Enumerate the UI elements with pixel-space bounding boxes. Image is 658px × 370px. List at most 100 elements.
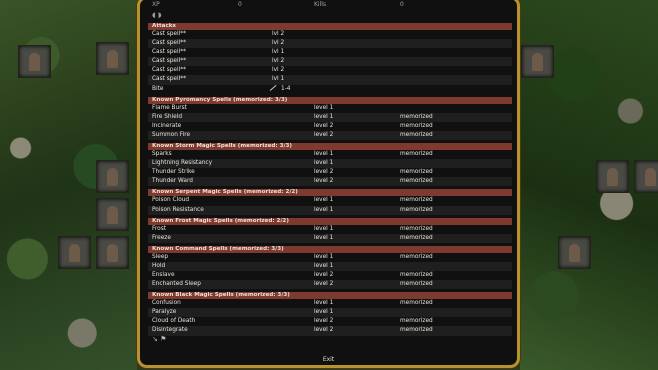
unit-slot[interactable] (58, 236, 91, 269)
unit-slot[interactable] (96, 198, 129, 231)
spell-name: Hold (152, 262, 166, 269)
attack-level: lvl 2 (272, 67, 285, 74)
spell-memorized-status: memorized (400, 151, 433, 158)
spell-name: Thunder Ward (152, 178, 193, 185)
unit-slot[interactable] (96, 42, 129, 75)
unit-slot[interactable] (96, 236, 129, 269)
spell-row[interactable]: Hold level 1 (148, 261, 512, 271)
attack-row: Bite 1-4 (148, 85, 512, 94)
attack-damage: 1-4 (281, 85, 291, 92)
spell-name: Cloud of Death (152, 318, 196, 325)
spell-name: Enslave (152, 271, 175, 278)
exit-button[interactable]: Exit (140, 356, 517, 363)
unit-slot[interactable] (18, 45, 51, 78)
attack-level: lvl 2 (272, 58, 285, 65)
spell-row[interactable]: Poison Cloud level 1 memorized (148, 196, 512, 205)
attack-name: Cast spell** (152, 31, 187, 37)
unit-portrait (69, 244, 80, 262)
spell-row[interactable]: Incinerate level 2 memorized (148, 122, 512, 131)
unit-portrait (569, 244, 580, 262)
spell-row[interactable]: Frost level 1 memorized (148, 225, 512, 234)
spell-name: Thunder Strike (152, 169, 195, 176)
spell-row[interactable]: Flame Burst level 1 (148, 104, 512, 113)
spell-name: Fire Shield (152, 113, 183, 120)
attack-name: Cast spell** (152, 40, 187, 47)
kills-label: Kills (314, 1, 327, 8)
shield-icon: ◖ (152, 11, 156, 19)
spell-row[interactable]: Sparks level 1 memorized (148, 150, 512, 159)
attack-row: Cast spell** lvl 2 (148, 39, 512, 49)
spell-memorized-status: memorized (400, 169, 433, 176)
spell-level: level 1 (314, 206, 334, 213)
spell-row[interactable]: Cloud of Death level 2 memorized (148, 317, 512, 326)
spell-name: Poison Cloud (152, 197, 190, 204)
attack-row: Cast spell** lvl 2 (148, 30, 512, 39)
unit-slot[interactable] (596, 160, 629, 193)
spell-row[interactable]: Disintegrate level 2 memorized (148, 326, 512, 336)
spell-row[interactable]: Enslave level 2 memorized (148, 271, 512, 280)
unit-slot[interactable] (96, 160, 129, 193)
xp-value: 0 (238, 1, 242, 8)
unit-slot[interactable] (634, 160, 658, 193)
spell-name: Confusion (152, 300, 181, 307)
spell-section-header: Known Command Spells (memorized: 3/3) (148, 245, 512, 253)
spell-row[interactable]: Fire Shield level 1 memorized (148, 112, 512, 122)
spell-memorized-status: memorized (400, 225, 433, 232)
spell-row[interactable]: Paralyze level 1 (148, 308, 512, 318)
attack-row: Cast spell** lvl 1 (148, 75, 512, 85)
spell-level: level 1 (314, 160, 334, 167)
spell-memorized-status: memorized (400, 327, 433, 334)
attack-row: Cast spell** lvl 1 (148, 48, 512, 57)
spell-level: level 2 (314, 327, 334, 334)
spell-row[interactable]: Thunder Ward level 2 memorized (148, 177, 512, 187)
attack-name: Cast spell** (152, 58, 187, 65)
spell-memorized-status: memorized (400, 197, 433, 204)
unit-slot[interactable] (558, 236, 591, 269)
flag-icon[interactable]: ⚑ (160, 335, 166, 343)
spell-row[interactable]: Thunder Strike level 2 memorized (148, 168, 512, 177)
attacks-header: Attacks (148, 23, 512, 30)
attack-row: Cast spell** lvl 2 (148, 57, 512, 67)
spell-name: Lightning Resistancy (152, 160, 213, 167)
spell-name: Frost (152, 225, 167, 232)
spell-level: level 2 (314, 131, 334, 138)
spell-level: level 2 (314, 318, 334, 325)
spell-section-header: Known Pyromancy Spells (memorized: 3/3) (148, 96, 512, 104)
spell-memorized-status: memorized (400, 113, 433, 120)
spell-memorized-status: memorized (400, 318, 433, 325)
spell-name: Freeze (152, 234, 171, 241)
spell-row[interactable]: Summon Fire level 2 memorized (148, 130, 512, 141)
kills-value: 0 (400, 1, 404, 8)
spell-row[interactable]: Sleep level 1 memorized (148, 253, 512, 262)
spell-section-header: Known Serpent Magic Spells (memorized: 2… (148, 189, 512, 197)
spell-row[interactable]: Poison Resistance level 1 memorized (148, 205, 512, 215)
panel-content: XP 0 Kills 0 ◖ ◗ Attacks Cast spell** lvl… (148, 0, 512, 336)
bottom-icons: ↘ ⚑ (152, 335, 166, 343)
spell-row[interactable]: Lightning Resistancy level 1 (148, 159, 512, 169)
attack-row: Cast spell** lvl 2 (148, 66, 512, 75)
unit-portrait (29, 53, 40, 71)
spell-row[interactable]: Confusion level 1 memorized (148, 299, 512, 308)
spell-level: level 1 (314, 262, 334, 269)
spell-memorized-status: memorized (400, 206, 433, 213)
spell-memorized-status: memorized (400, 178, 433, 185)
spell-memorized-status: memorized (400, 281, 433, 288)
spell-row[interactable]: Freeze level 1 memorized (148, 233, 512, 243)
spell-level: level 1 (314, 225, 334, 232)
spell-section-header: Known Black Magic Spells (memorized: 3/3… (148, 292, 512, 300)
unit-slot[interactable] (521, 45, 554, 78)
spell-level: level 2 (314, 271, 334, 278)
attack-level: lvl 2 (272, 40, 285, 47)
spell-row[interactable]: Enchanted Sleep level 2 memorized (148, 280, 512, 290)
spell-level: level 2 (314, 122, 334, 129)
attack-level: lvl 1 (272, 76, 285, 83)
spell-level: level 2 (314, 281, 334, 288)
unit-portrait (107, 168, 118, 186)
unit-portrait (532, 53, 543, 71)
spell-name: Sparks (152, 151, 172, 158)
arrow-icon[interactable]: ↘ (152, 335, 158, 343)
unit-info-panel: XP 0 Kills 0 ◖ ◗ Attacks Cast spell** lvl… (137, 0, 520, 368)
spell-memorized-status: memorized (400, 131, 433, 138)
spell-memorized-status: memorized (400, 300, 433, 307)
spell-memorized-status: memorized (400, 234, 433, 241)
